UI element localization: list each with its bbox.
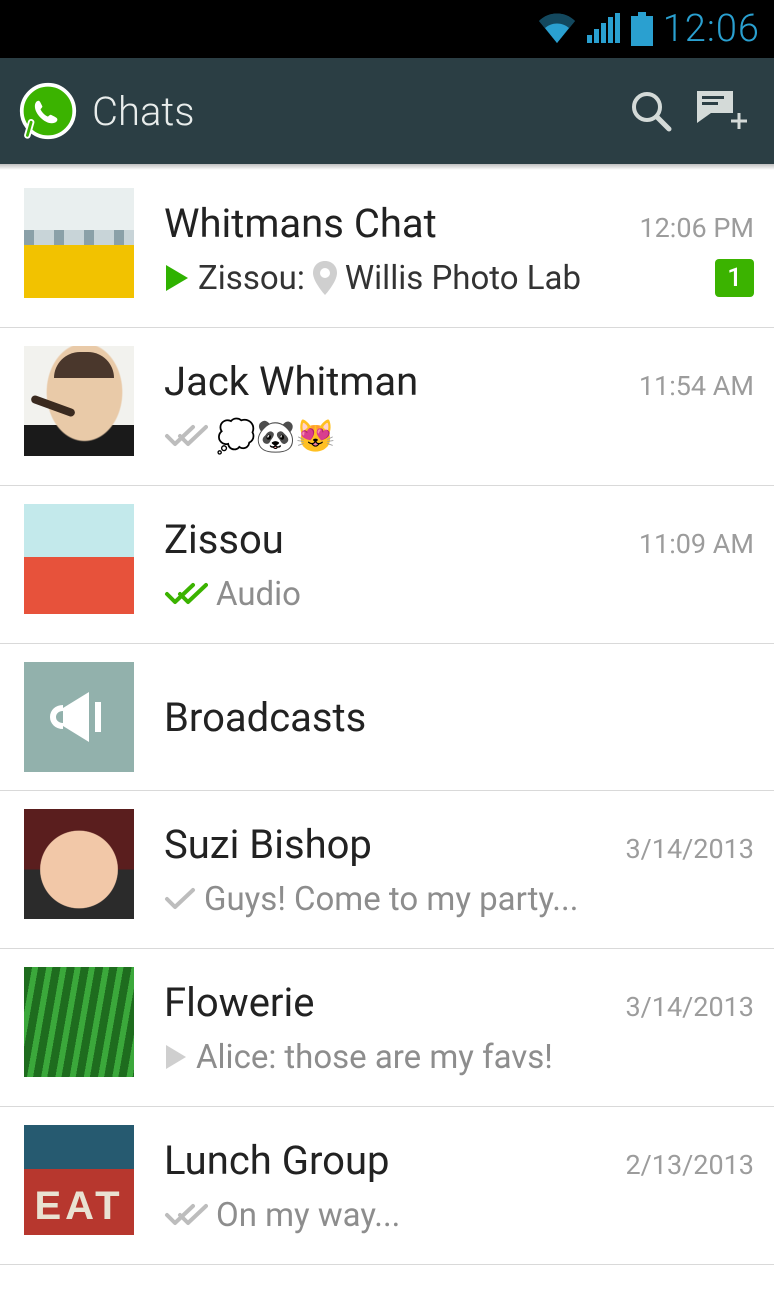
chat-preview-line: Audio	[164, 575, 754, 614]
chat-preview: Audio	[216, 575, 301, 614]
play-icon	[164, 1043, 188, 1071]
chat-time: 11:54 AM	[639, 370, 754, 402]
chat-preview-line: Guys! Come to my party...	[164, 880, 754, 919]
play-icon	[164, 263, 190, 293]
chat-row[interactable]: Flowerie 3/14/2013 Alice:those are my favs…	[0, 949, 774, 1107]
chat-content: Whitmans Chat 12:06 PM Zissou: Willis Photo…	[164, 188, 754, 309]
chat-sender: Alice:	[196, 1038, 276, 1077]
chat-content: Lunch Group 2/13/2013 On my way...	[164, 1125, 754, 1246]
chat-preview-line: 💭🐼😻	[164, 417, 754, 455]
double-tick-icon	[164, 1203, 208, 1227]
chat-content: Broadcasts	[164, 662, 754, 772]
chat-preview-line: Alice:those are my favs!	[164, 1038, 754, 1077]
android-status-bar: 12:06	[0, 0, 774, 58]
chat-preview: Guys! Come to my party...	[204, 880, 578, 919]
chat-time: 3/14/2013	[625, 991, 754, 1023]
chat-avatar	[24, 188, 134, 298]
single-tick-icon	[164, 887, 196, 911]
whatsapp-logo-icon	[18, 81, 78, 141]
chat-name: Lunch Group	[164, 1137, 389, 1184]
chat-avatar	[24, 662, 134, 772]
chat-row[interactable]: Zissou 11:09 AM Audio	[0, 486, 774, 644]
chat-preview-line: On my way...	[164, 1196, 754, 1235]
chat-avatar	[24, 346, 134, 456]
unread-badge: 1	[715, 259, 754, 297]
new-chat-icon	[693, 89, 749, 133]
chat-name: Whitmans Chat	[164, 200, 437, 247]
new-chat-button[interactable]	[686, 76, 756, 146]
location-pin-icon	[313, 261, 337, 295]
eat-sign: EAT	[24, 1125, 134, 1235]
chat-avatar	[24, 809, 134, 919]
chat-row[interactable]: Whitmans Chat 12:06 PM Zissou: Willis Photo…	[0, 170, 774, 328]
chat-sender: Zissou:	[198, 259, 305, 298]
chat-row[interactable]: Jack Whitman 11:54 AM 💭🐼😻	[0, 328, 774, 486]
chat-content: Zissou 11:09 AM Audio	[164, 504, 754, 625]
chat-preview-line: Zissou: Willis Photo Lab 1	[164, 259, 754, 298]
chat-name: Jack Whitman	[164, 358, 418, 405]
page-title: Chats	[92, 88, 616, 135]
chat-preview: 💭🐼😻	[216, 417, 336, 455]
wifi-icon	[537, 13, 577, 45]
chat-time: 12:06 PM	[639, 212, 754, 244]
battery-icon	[631, 12, 653, 46]
double-tick-icon	[164, 424, 208, 448]
chat-time: 11:09 AM	[639, 528, 754, 560]
search-button[interactable]	[616, 76, 686, 146]
double-tick-read-icon	[164, 582, 208, 606]
chat-preview: On my way...	[216, 1196, 400, 1235]
chat-list[interactable]: Whitmans Chat 12:06 PM Zissou: Willis Photo…	[0, 170, 774, 1265]
status-clock: 12:06	[663, 7, 760, 51]
chat-name: Zissou	[164, 516, 284, 563]
chat-avatar	[24, 504, 134, 614]
chat-content: Jack Whitman 11:54 AM 💭🐼😻	[164, 346, 754, 467]
chat-row[interactable]: EAT Lunch Group 2/13/2013 On my way...	[0, 1107, 774, 1265]
chat-content: Suzi Bishop 3/14/2013 Guys! Come to my par…	[164, 809, 754, 930]
chat-row[interactable]: Suzi Bishop 3/14/2013 Guys! Come to my par…	[0, 791, 774, 949]
chat-preview: those are my favs!	[284, 1038, 552, 1077]
search-icon	[628, 88, 674, 134]
chat-avatar: EAT	[24, 1125, 134, 1235]
chat-time: 3/14/2013	[625, 833, 754, 865]
chat-name: Suzi Bishop	[164, 821, 372, 868]
chat-content: Flowerie 3/14/2013 Alice:those are my favs…	[164, 967, 754, 1088]
chat-name: Broadcasts	[164, 694, 366, 741]
chat-name: Flowerie	[164, 979, 314, 1026]
chat-row[interactable]: Broadcasts	[0, 644, 774, 791]
chat-avatar	[24, 967, 134, 1077]
chat-preview: Willis Photo Lab	[345, 259, 581, 298]
signal-icon	[587, 13, 621, 45]
megaphone-icon	[45, 688, 113, 746]
app-action-bar: Chats	[0, 58, 774, 164]
chat-time: 2/13/2013	[625, 1149, 754, 1181]
